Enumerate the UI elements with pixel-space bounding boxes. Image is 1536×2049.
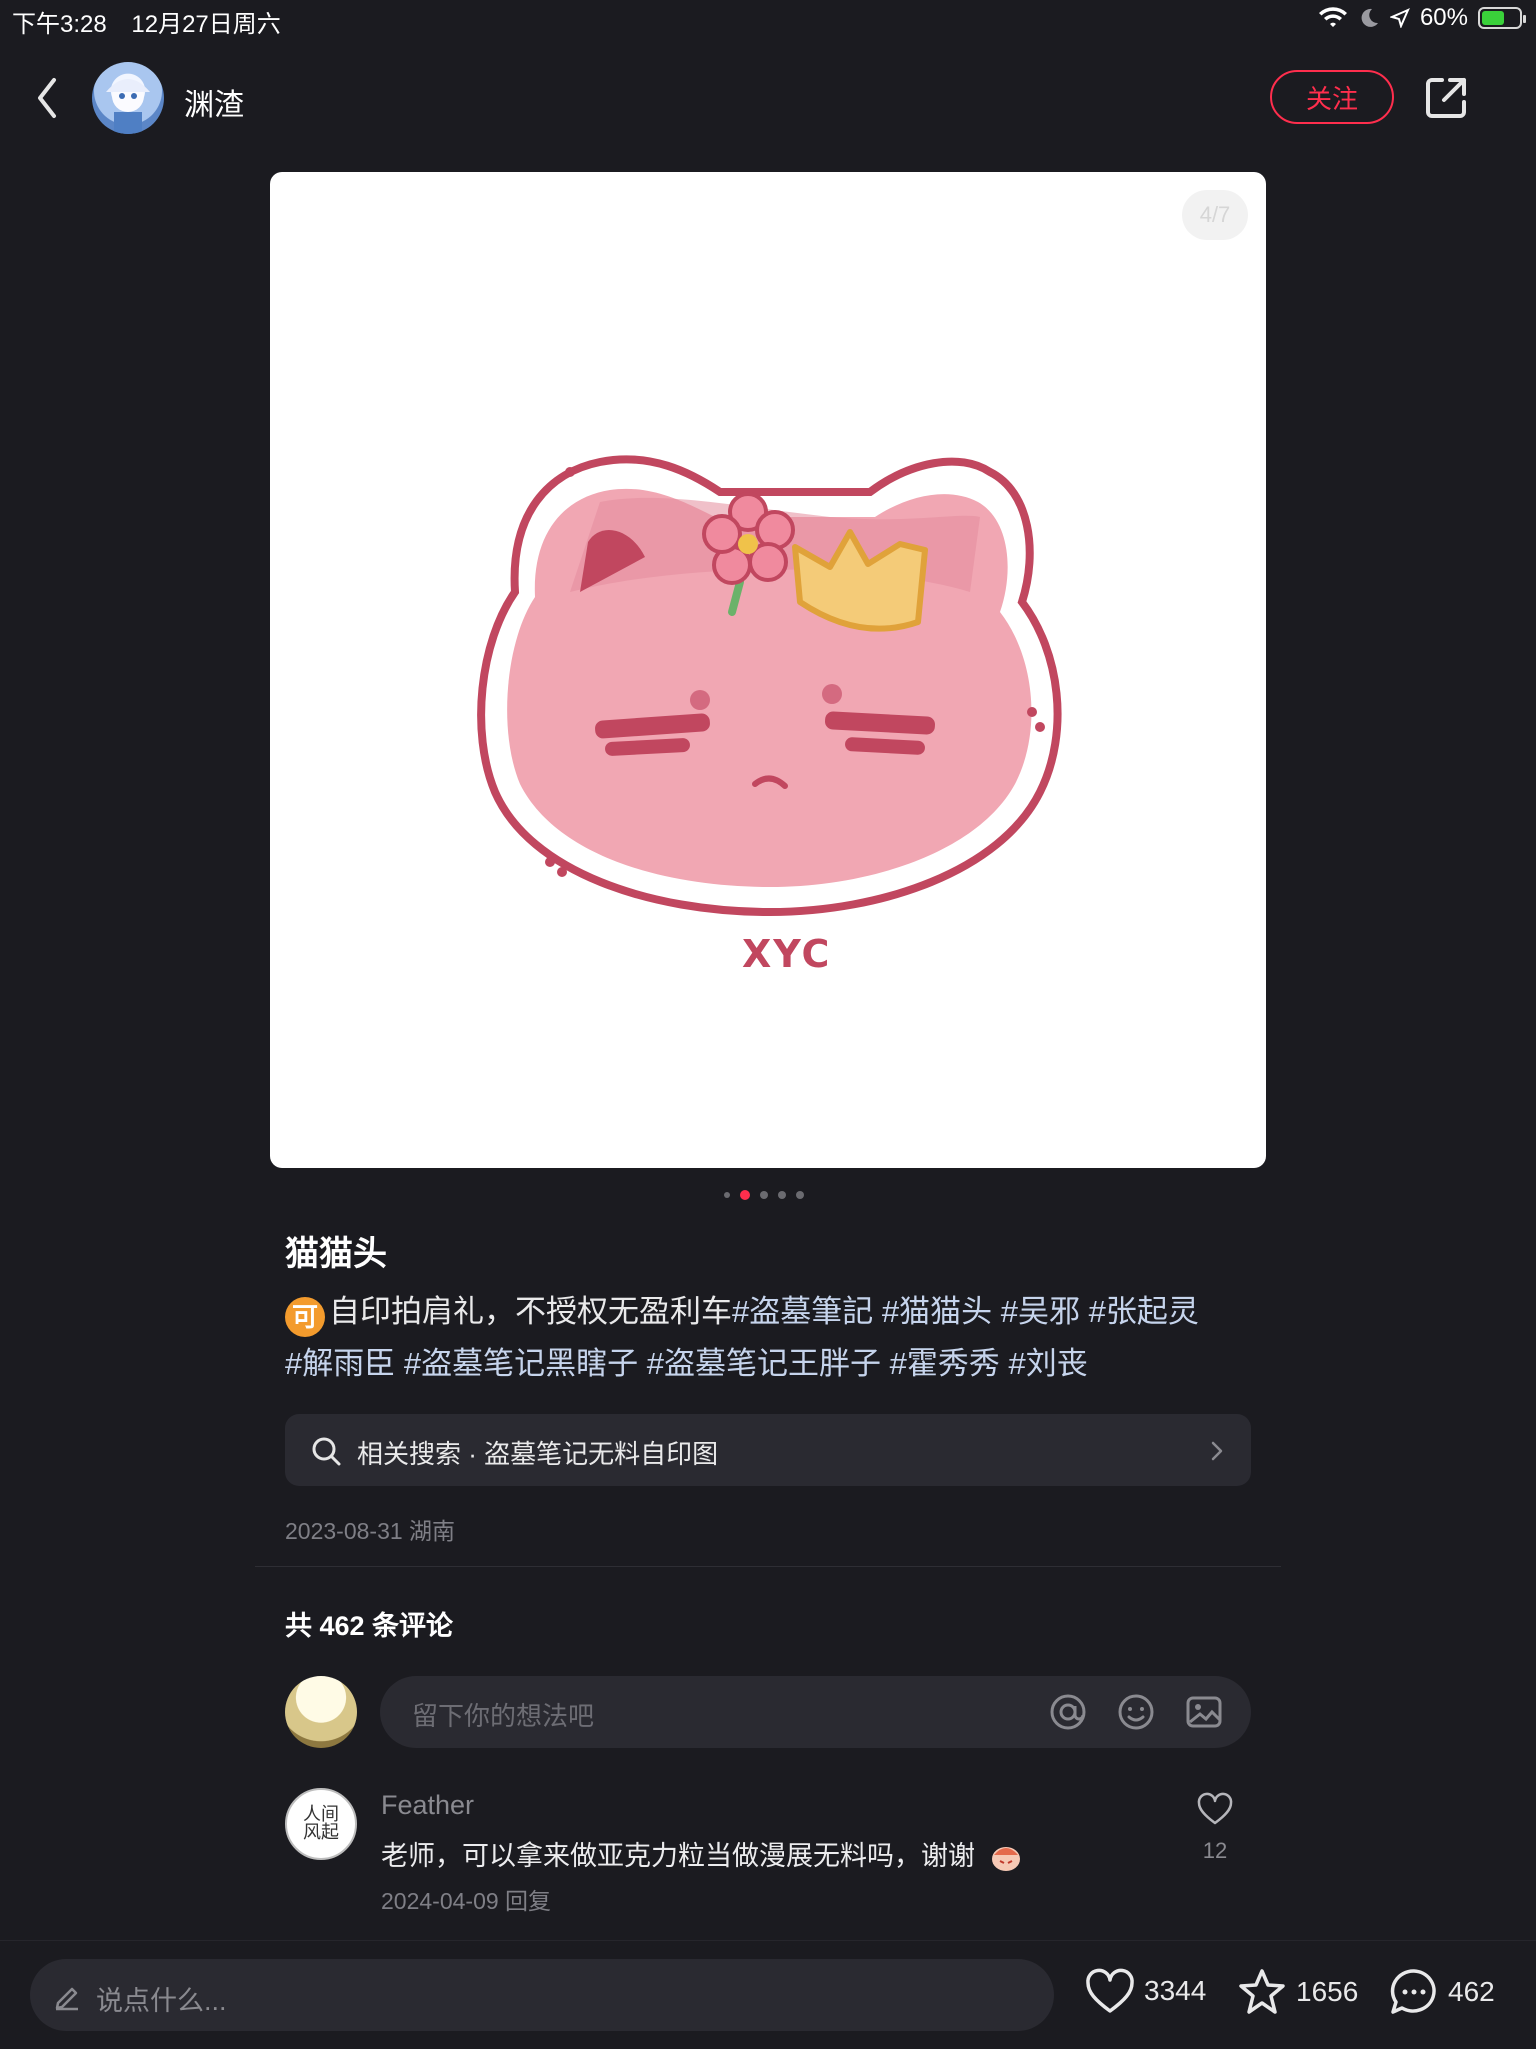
avatar-illustration-icon [106, 79, 150, 134]
pagination-dot [778, 1191, 786, 1199]
sticker-emoji-icon [991, 1847, 1020, 1871]
moon-icon [1361, 8, 1378, 27]
artist-signature: XYC [742, 932, 832, 976]
image-pagination [724, 1190, 804, 1200]
hashtag[interactable]: #解雨臣 [285, 1346, 395, 1381]
post-title: 猫猫头 [285, 1235, 387, 1273]
comment-button[interactable]: 462 [1388, 1967, 1495, 2017]
search-icon [312, 1437, 341, 1466]
bottom-input-placeholder: 说点什么... [96, 1986, 227, 2016]
follow-button[interactable]: 关注 [1270, 70, 1394, 124]
cat-head-illustration [477, 455, 1062, 917]
pencil-icon [55, 1987, 78, 2011]
post-desc-text: 自印拍肩礼，不授权无盈利车 [329, 1294, 732, 1329]
status-bar-right: 60% [1318, 4, 1526, 32]
chevron-right-icon [1211, 1441, 1223, 1461]
status-date: 12月27日周六 [131, 11, 281, 38]
image-icon[interactable] [1184, 1692, 1224, 1732]
battery-percent: 60% [1419, 4, 1468, 31]
chat-bubble-icon [1390, 1969, 1436, 2014]
heart-icon [1197, 1792, 1233, 1825]
star-icon [1239, 1969, 1285, 2014]
hashtag[interactable]: #盗墓筆記 [732, 1294, 873, 1329]
status-time: 下午3:28 [12, 11, 107, 38]
pagination-dot-active [740, 1190, 750, 1200]
my-avatar [285, 1676, 357, 1748]
like-button[interactable]: 3344 [1084, 1967, 1206, 2015]
pagination-dot [796, 1191, 804, 1199]
comment-count: 462 [1448, 1976, 1495, 2007]
status-bar-time: 下午3:28 12月27日周六 [12, 4, 281, 39]
chevron-left-icon [38, 78, 56, 118]
emoji-icon[interactable] [1116, 1692, 1156, 1732]
comment-body: 老师，可以拿来做亚克力粒当做漫展无料吗，谢谢 [381, 1841, 975, 1871]
post-date-location: 2023-08-31 湖南 [285, 1518, 456, 1544]
battery-level-fill [1482, 11, 1504, 25]
post-image[interactable]: 4/7 XYC [270, 172, 1266, 1168]
author-name[interactable]: 渊渣 [184, 80, 244, 124]
comment-author[interactable]: Feather [381, 1790, 474, 1821]
bottom-comment-input[interactable]: 说点什么... [30, 1959, 1054, 2031]
comment-date: 2024-04-09 [381, 1888, 499, 1914]
share-button[interactable] [1422, 74, 1470, 122]
wifi-icon [1318, 7, 1347, 28]
bottom-action-bar: 说点什么... 3344 1656 462 [0, 1940, 1536, 2049]
share-icon [1426, 78, 1466, 118]
comment-text: 老师，可以拿来做亚克力粒当做漫展无料吗，谢谢 [381, 1834, 1023, 1873]
divider [255, 1566, 1281, 1567]
author-avatar[interactable] [92, 62, 164, 134]
hashtag[interactable]: #张起灵 [1089, 1294, 1199, 1329]
pagination-dot [724, 1192, 730, 1198]
hashtag[interactable]: #刘丧 [1009, 1346, 1088, 1381]
favorite-button[interactable]: 1656 [1236, 1967, 1358, 2017]
like-count: 3344 [1144, 1975, 1207, 2006]
hashtag[interactable]: #猫猫头 [882, 1294, 992, 1329]
commenter-avatar[interactable]: 人间 风起 [285, 1788, 357, 1860]
hashtag[interactable]: #盗墓笔记黑瞎子 [404, 1346, 638, 1381]
at-mention-icon[interactable] [1048, 1692, 1088, 1732]
related-search-bar[interactable]: 相关搜索 · 盗墓笔记无料自印图 [285, 1414, 1251, 1486]
hashtag[interactable]: #霍秀秀 [890, 1346, 1000, 1381]
post-description: 可自印拍肩礼，不授权无盈利车#盗墓筆記 #猫猫头 #吴邪 #张起灵 #解雨臣 #… [285, 1286, 1265, 1390]
location-arrow-icon [1389, 8, 1410, 28]
back-button[interactable] [28, 72, 68, 124]
battery-icon [1478, 7, 1526, 29]
hashtag[interactable]: #盗墓笔记王胖子 [647, 1346, 881, 1381]
comment-like-count: 12 [1202, 1838, 1228, 1863]
pagination-dot [760, 1191, 768, 1199]
related-search-label: 相关搜索 · 盗墓笔记无料自印图 [357, 1439, 719, 1469]
comment-like-button[interactable] [1196, 1792, 1234, 1826]
comments-count: 共 462 条评论 [285, 1611, 454, 1641]
comment-reply-button[interactable]: 回复 [505, 1888, 551, 1914]
comment-input-placeholder: 留下你的想法吧 [412, 1701, 595, 1731]
heart-icon [1086, 1968, 1134, 2013]
comment-input[interactable]: 留下你的想法吧 [380, 1676, 1251, 1748]
comment-meta: 2024-04-09 回复 [381, 1882, 551, 1916]
hashtag[interactable]: #吴邪 [1001, 1294, 1080, 1329]
badge-ke-icon: 可 [285, 1297, 325, 1337]
favorite-count: 1656 [1296, 1976, 1359, 2007]
